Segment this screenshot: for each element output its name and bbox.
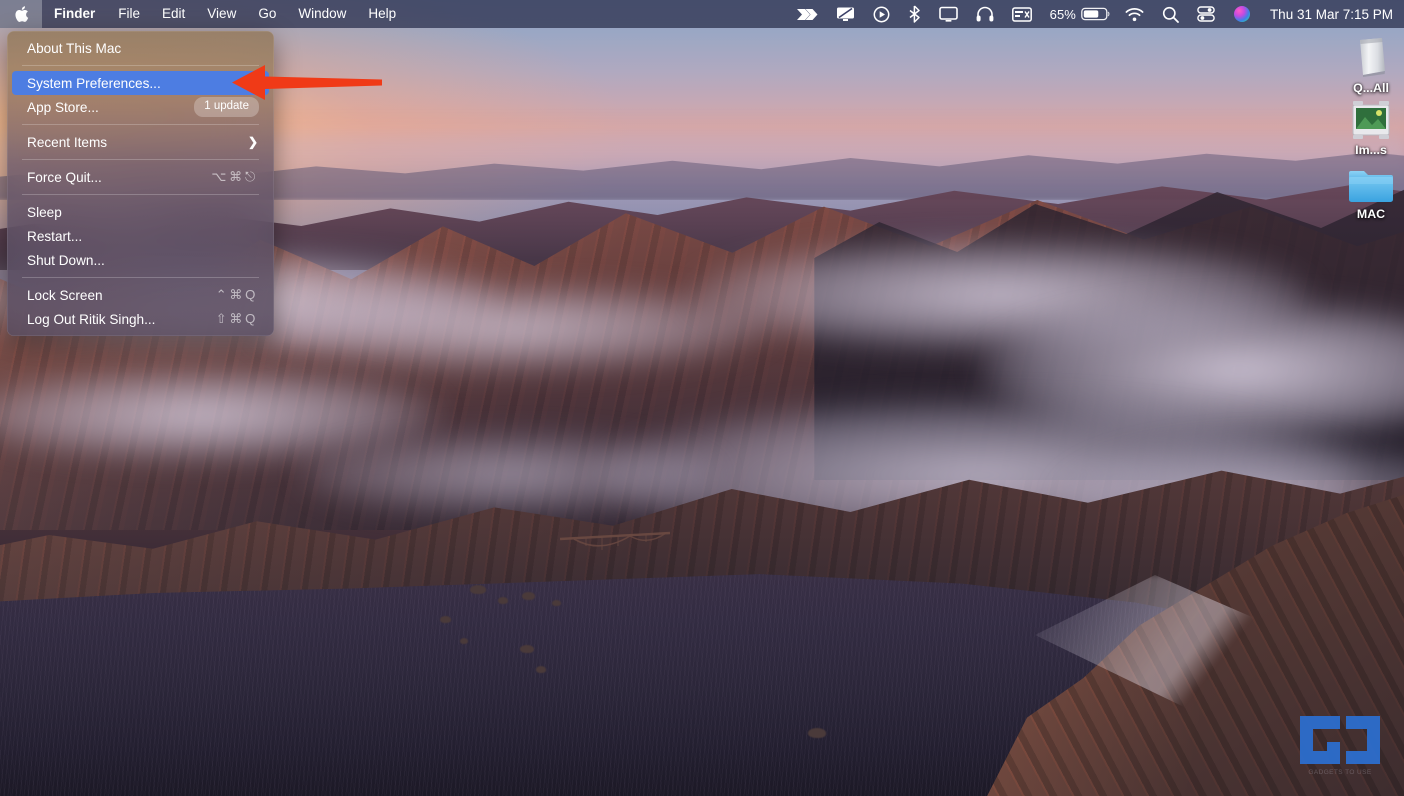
menu-bar-clock[interactable]: Thu 31 Mar 7:15 PM	[1260, 7, 1395, 22]
menu-separator	[22, 194, 259, 195]
battery-percentage[interactable]: 65%	[1041, 7, 1081, 22]
menu-item-label: Sleep	[27, 204, 62, 220]
bluetooth-icon[interactable]	[899, 0, 930, 28]
menu-separator	[22, 159, 259, 160]
menu-item-restart[interactable]: Restart...	[12, 224, 269, 248]
menu-bar-item-file[interactable]: File	[107, 0, 151, 28]
menu-bar-status-group: 65% Thu 31 Mar 7:15 PM	[787, 0, 1404, 28]
double-chevron-icon[interactable]	[787, 0, 827, 28]
menu-bar-item-view[interactable]: View	[196, 0, 247, 28]
wifi-icon[interactable]	[1116, 0, 1153, 28]
headphones-icon[interactable]	[967, 0, 1003, 28]
menu-item-app-store[interactable]: App Store... 1 update	[12, 95, 269, 119]
menu-item-label: Restart...	[27, 228, 83, 244]
desktop-icon-label: Im...s	[1355, 143, 1387, 157]
desktop-icon-hard-disk[interactable]: Q...All	[1332, 32, 1404, 95]
sea-rock	[440, 616, 451, 623]
menu-separator	[22, 65, 259, 66]
menu-bar-item-window[interactable]: Window	[287, 0, 357, 28]
watermark-caption: GADGETS TO USE	[1308, 769, 1372, 776]
menu-item-sleep[interactable]: Sleep	[12, 200, 269, 224]
menu-bar-item-help[interactable]: Help	[357, 0, 407, 28]
hard-disk-icon	[1346, 32, 1396, 78]
menu-item-label: App Store...	[27, 99, 99, 115]
menu-bar-left-group: Finder File Edit View Go Window Help	[0, 0, 407, 28]
apple-menu-button[interactable]	[0, 0, 42, 28]
control-center-icon[interactable]	[1188, 0, 1224, 28]
site-watermark: GADGETS TO USE	[1292, 712, 1388, 784]
desktop-icon-mac-folder[interactable]: MAC	[1332, 158, 1404, 221]
menu-separator	[22, 124, 259, 125]
desktop-screen: Finder File Edit View Go Window Help 65%…	[0, 0, 1404, 796]
sea-rock	[522, 592, 535, 600]
sea-rock	[498, 597, 508, 604]
bridge	[560, 531, 670, 550]
menu-bar-item-finder[interactable]: Finder	[42, 0, 107, 28]
menu-item-shortcut: ⇧⌘Q	[215, 311, 258, 326]
menu-item-label: Force Quit...	[27, 169, 102, 185]
sea-rock	[460, 638, 468, 644]
battery-icon[interactable]	[1081, 0, 1116, 28]
menu-item-label: Recent Items	[27, 134, 108, 150]
play-circle-icon[interactable]	[864, 0, 899, 28]
menu-item-shortcut: ⌃⌘Q	[215, 287, 258, 302]
sea-rock	[552, 600, 561, 606]
menu-bar: Finder File Edit View Go Window Help 65%…	[0, 0, 1404, 28]
menu-item-shortcut: ⌥⌘⎋	[211, 169, 258, 184]
chevron-right-icon: ❯	[247, 135, 258, 149]
apple-logo-icon	[14, 6, 28, 22]
menu-item-shut-down[interactable]: Shut Down...	[12, 248, 269, 272]
menu-item-label: Log Out Ritik Singh...	[27, 311, 156, 327]
menu-item-force-quit[interactable]: Force Quit... ⌥⌘⎋	[12, 165, 269, 189]
fog-bank	[300, 434, 720, 514]
desktop-icon-images[interactable]: Im...s	[1332, 94, 1404, 157]
menu-bar-item-go[interactable]: Go	[247, 0, 287, 28]
red-arrow-annotation	[232, 65, 382, 100]
screen-icon[interactable]	[930, 0, 967, 28]
spotlight-search-icon[interactable]	[1153, 0, 1188, 28]
sea-rock	[520, 645, 534, 653]
sea-rock	[536, 666, 546, 673]
desktop-icon-label: MAC	[1356, 207, 1386, 221]
menu-item-log-out[interactable]: Log Out Ritik Singh... ⇧⌘Q	[12, 307, 269, 331]
menu-item-label: About This Mac	[27, 40, 122, 56]
menu-item-system-preferences[interactable]: System Preferences...	[12, 71, 269, 95]
menu-separator	[22, 277, 259, 278]
menu-item-label: System Preferences...	[27, 75, 161, 91]
gadgets-to-use-logo-icon	[1300, 716, 1380, 764]
sea-rock	[470, 585, 486, 594]
image-folder-icon	[1346, 94, 1396, 140]
menu-item-about-this-mac[interactable]: About This Mac	[12, 36, 269, 60]
folder-icon	[1346, 158, 1396, 204]
desktop-icon-label: Q...All	[1353, 81, 1389, 95]
display-mirroring-icon[interactable]	[827, 0, 864, 28]
menu-bar-item-edit[interactable]: Edit	[151, 0, 196, 28]
menu-item-recent-items[interactable]: Recent Items ❯	[12, 130, 269, 154]
menu-item-label: Lock Screen	[27, 287, 103, 303]
siri-icon[interactable]	[1224, 0, 1260, 28]
sea-rock	[808, 728, 826, 738]
keyboard-input-icon[interactable]	[1003, 0, 1041, 28]
menu-item-label: Shut Down...	[27, 252, 105, 268]
menu-item-lock-screen[interactable]: Lock Screen ⌃⌘Q	[12, 283, 269, 307]
